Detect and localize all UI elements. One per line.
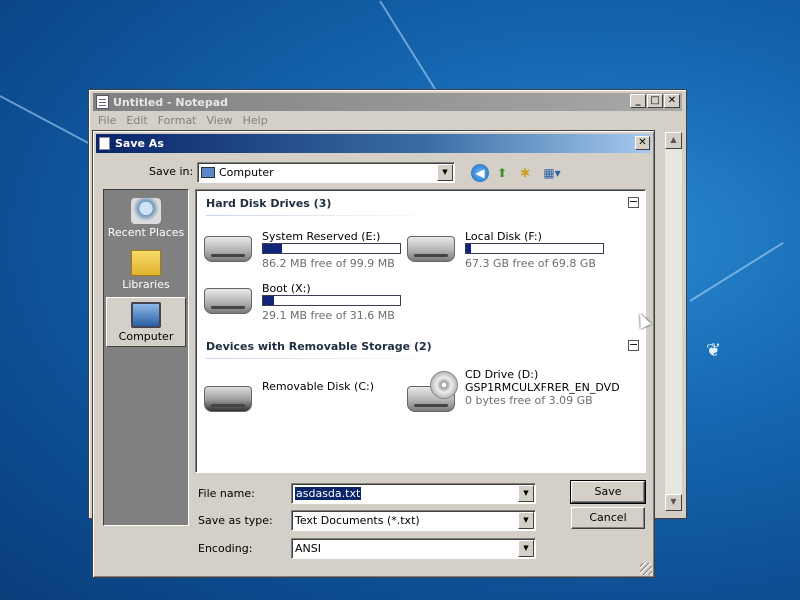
recent-places-icon — [131, 198, 161, 224]
drive-name: Removable Disk (C:) — [262, 380, 375, 393]
hard-disk-icon — [204, 236, 252, 262]
drive-volume-label: GSP1RMCULXFRER_EN_DVD — [465, 381, 620, 394]
drive-usage-bar — [465, 243, 604, 254]
mouse-cursor-icon — [634, 311, 652, 329]
save-as-type-select[interactable]: Text Documents (*.txt) ▼ — [291, 510, 536, 531]
menu-file[interactable]: File — [93, 112, 121, 131]
save-in-combo[interactable]: Computer ▼ — [197, 162, 455, 183]
save-in-value: Computer — [219, 166, 274, 179]
place-computer[interactable]: Computer — [106, 297, 186, 347]
notepad-vertical-scrollbar[interactable]: ▲ ▼ — [665, 132, 682, 511]
notepad-title-bar[interactable]: Untitled - Notepad _ □ ✕ — [93, 93, 682, 111]
notepad-title: Untitled - Notepad — [113, 95, 229, 109]
drive-usage-bar — [262, 243, 401, 254]
file-name-label: File name: — [198, 487, 255, 500]
drive-free-space: 29.1 MB free of 31.6 MB — [262, 309, 395, 322]
encoding-value: ANSI — [295, 542, 321, 555]
file-name-value: asdasda.txt — [295, 487, 362, 500]
resize-grip-icon[interactable] — [640, 563, 652, 575]
menu-help[interactable]: Help — [238, 112, 273, 131]
drive-free-space: 0 bytes free of 3.09 GB — [465, 394, 593, 407]
save-in-label: Save in: — [149, 165, 194, 178]
notepad-menu-bar: File Edit Format View Help — [93, 112, 273, 131]
place-label: Libraries — [122, 278, 170, 291]
encoding-select[interactable]: ANSI ▼ — [291, 538, 536, 559]
group-divider — [206, 215, 441, 216]
computer-icon — [131, 302, 161, 328]
group-divider — [206, 358, 441, 359]
drive-free-space: 67.3 GB free of 69.8 GB — [465, 257, 596, 270]
dialog-title: Save As — [115, 137, 164, 150]
save-button[interactable]: Save — [570, 480, 646, 504]
drive-name: Boot (X:) — [262, 282, 311, 295]
encoding-label: Encoding: — [198, 542, 253, 555]
hard-disk-icon — [407, 236, 455, 262]
drive-name: CD Drive (D:) — [465, 368, 539, 381]
place-libraries[interactable]: Libraries — [106, 246, 186, 296]
drive-item-local-disk[interactable]: Local Disk (F:) 67.3 GB free of 69.8 GB — [407, 224, 612, 272]
drive-item-system-reserved[interactable]: System Reserved (E:) 86.2 MB free of 99.… — [204, 224, 409, 272]
scroll-up-icon[interactable]: ▲ — [665, 132, 682, 149]
chevron-down-icon[interactable]: ▼ — [518, 540, 534, 557]
place-recent-places[interactable]: Recent Places — [106, 194, 186, 244]
computer-icon — [201, 167, 215, 178]
wallpaper-bird-icon: ❦ — [706, 340, 722, 361]
group-header-hard-disk-drives[interactable]: Hard Disk Drives (3) — [206, 197, 331, 210]
drive-item-removable-disk[interactable]: Removable Disk (C:) — [204, 374, 409, 422]
close-button[interactable]: ✕ — [664, 94, 680, 108]
places-bar: Recent Places Libraries Computer — [103, 189, 189, 526]
chevron-down-icon[interactable]: ▼ — [518, 512, 534, 529]
drive-usage-bar — [262, 295, 401, 306]
menu-edit[interactable]: Edit — [121, 112, 152, 131]
file-list-view[interactable]: Hard Disk Drives (3) − System Reserved (… — [195, 189, 652, 473]
drive-free-space: 86.2 MB free of 99.9 MB — [262, 257, 395, 270]
chevron-down-icon[interactable]: ▼ — [437, 164, 453, 181]
save-as-type-value: Text Documents (*.txt) — [295, 514, 420, 527]
menu-view[interactable]: View — [202, 112, 238, 131]
file-name-input[interactable]: asdasda.txt ▼ — [291, 483, 536, 504]
drive-item-cd-drive[interactable]: CD Drive (D:) GSP1RMCULXFRER_EN_DVD 0 by… — [407, 364, 620, 420]
drive-name: Local Disk (F:) — [465, 230, 542, 243]
back-icon[interactable]: ◀ — [471, 164, 489, 182]
drive-name: System Reserved (E:) — [262, 230, 381, 243]
wallpaper-streak — [689, 241, 784, 302]
hard-disk-icon — [204, 288, 252, 314]
save-as-dialog[interactable]: Save As ✕ Save in: Computer ▼ ◀ ⬆ ✱ ▦▾ R… — [92, 130, 655, 578]
chevron-down-icon[interactable]: ▼ — [518, 485, 534, 502]
dialog-title-bar[interactable]: Save As ✕ — [96, 134, 651, 153]
new-folder-icon[interactable]: ✱ — [516, 164, 534, 182]
dialog-close-button[interactable]: ✕ — [635, 136, 650, 150]
view-menu-icon[interactable]: ▦▾ — [539, 164, 565, 182]
cd-drive-icon — [407, 371, 458, 412]
save-as-type-label: Save as type: — [198, 514, 273, 527]
place-label: Computer — [118, 330, 174, 343]
removable-disk-icon — [204, 386, 252, 412]
cancel-button[interactable]: Cancel — [571, 507, 645, 529]
document-icon — [99, 137, 110, 150]
notepad-icon — [96, 95, 109, 109]
libraries-icon — [131, 250, 161, 276]
drive-item-boot[interactable]: Boot (X:) 29.1 MB free of 31.6 MB — [204, 276, 409, 324]
collapse-group-icon[interactable]: − — [628, 339, 639, 351]
place-label: Recent Places — [107, 226, 185, 239]
group-header-removable-storage[interactable]: Devices with Removable Storage (2) — [206, 340, 432, 353]
minimize-button[interactable]: _ — [630, 94, 646, 108]
maximize-button[interactable]: □ — [647, 94, 663, 108]
scroll-down-icon[interactable]: ▼ — [665, 494, 682, 511]
collapse-group-icon[interactable]: − — [628, 196, 639, 208]
up-folder-icon[interactable]: ⬆ — [493, 164, 511, 182]
menu-format[interactable]: Format — [153, 112, 202, 131]
